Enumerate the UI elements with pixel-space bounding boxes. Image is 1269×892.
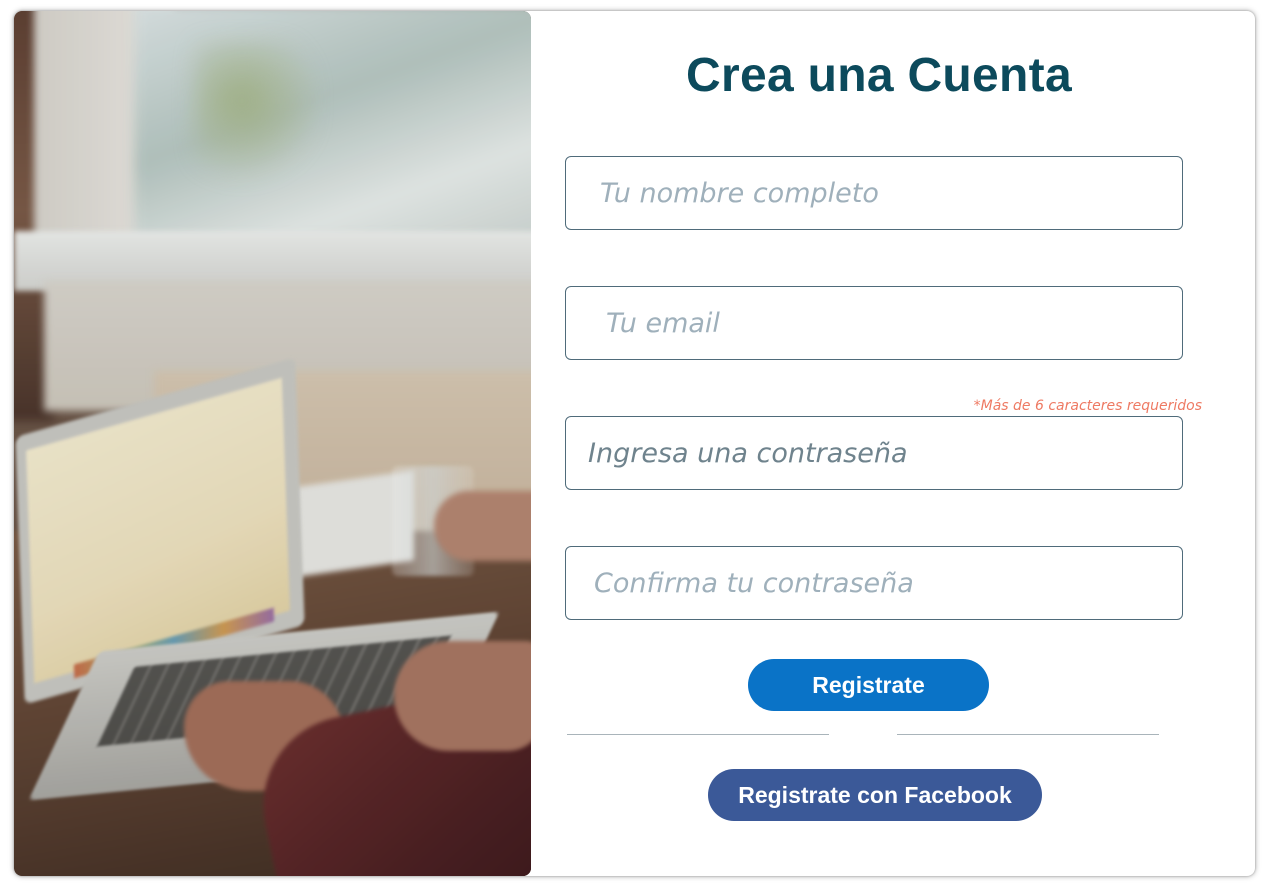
email-input[interactable] <box>565 286 1183 360</box>
password-input[interactable] <box>565 416 1183 490</box>
divider-left <box>567 734 829 735</box>
confirm-password-input[interactable] <box>565 546 1183 620</box>
full-name-input[interactable] <box>565 156 1183 230</box>
register-button[interactable]: Registrate <box>748 659 989 711</box>
facebook-register-button[interactable]: Registrate con Facebook <box>708 769 1042 821</box>
photo-tint <box>14 11 531 876</box>
password-requirement-hint: *Más de 6 caracteres requeridos <box>973 398 1202 414</box>
divider-right <box>897 734 1159 735</box>
laptop-photo <box>14 11 531 876</box>
page-title: Crea una Cuenta <box>686 49 1072 102</box>
